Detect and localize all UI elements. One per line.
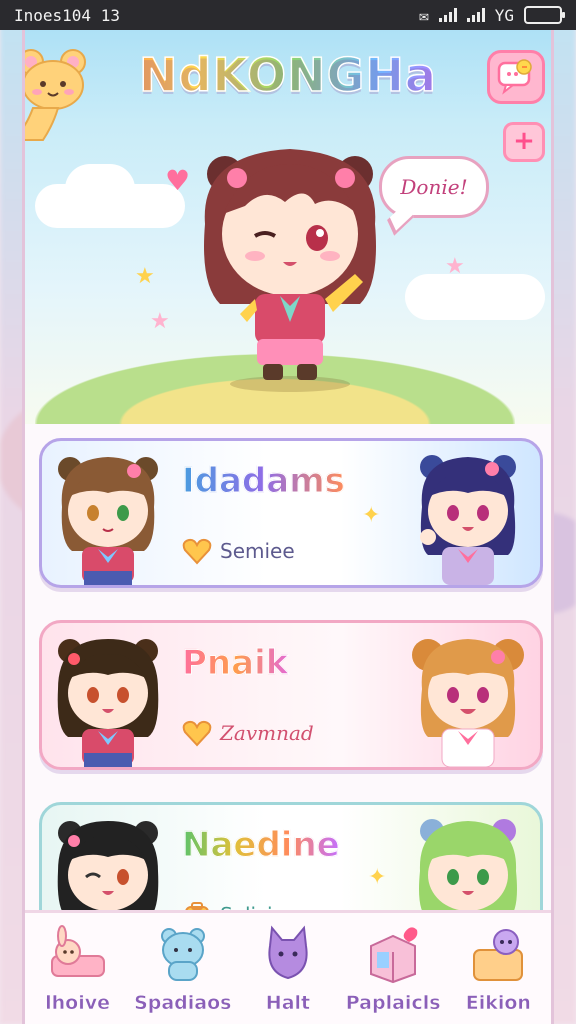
bear-mascot-icon[interactable] [22, 40, 113, 150]
signal-icon-2 [466, 8, 485, 22]
nav-item-specials[interactable]: Spadiaos [133, 922, 233, 1014]
nav-label: Eikion [465, 992, 531, 1015]
star-icon: ✦ [368, 865, 387, 890]
character-avatar [412, 639, 524, 767]
main-character[interactable] [185, 134, 395, 394]
speech-bubble: Donie! [379, 156, 489, 218]
heart-icon [182, 720, 212, 747]
add-button[interactable]: + [503, 122, 545, 162]
bunny-bed-icon [50, 925, 105, 977]
star-icon: ★ [135, 264, 155, 289]
battery-icon [524, 6, 565, 24]
character-card[interactable]: Pnaik Zavmnad [39, 620, 543, 770]
cloud [65, 164, 135, 214]
signal-icon [438, 8, 457, 22]
status-indicators: ✉ YG [419, 5, 565, 25]
bear-icon [160, 928, 205, 981]
character-list: Idadams Semiee ✦ Pnaik Zavmnad Naedine ✦ [25, 424, 551, 952]
network-label: YG [494, 5, 514, 25]
character-avatar [57, 639, 159, 767]
nav-item-halt[interactable]: Halt [238, 922, 338, 1014]
friend-box-icon [473, 929, 524, 981]
star-icon: ★ [150, 309, 170, 334]
chat-button[interactable] [487, 50, 545, 104]
nav-item-home[interactable]: lhoive [28, 922, 128, 1014]
star-icon: ✦ [362, 503, 381, 528]
gift-box-icon [370, 927, 418, 984]
cloud [405, 274, 545, 320]
character-name: Pnaik [181, 643, 289, 684]
nav-label: lhoive [45, 992, 111, 1015]
character-name: Naedine [182, 825, 341, 866]
cat-icon [268, 925, 308, 980]
character-name: Idadams [182, 461, 346, 502]
heart-icon [182, 538, 212, 565]
nav-label: Halt [265, 992, 311, 1015]
character-card[interactable]: Idadams Semiee ✦ [39, 438, 543, 588]
notification-icon: ✉ [419, 5, 429, 25]
nav-item-extras[interactable]: Eikion [448, 922, 548, 1014]
chat-bubble-icon [497, 59, 532, 95]
character-status-text: Zavmnad [220, 721, 314, 745]
status-time-text: Inoes104 [14, 5, 92, 25]
nav-label: Spadiaos [134, 992, 232, 1015]
star-icon: ★ [445, 254, 465, 279]
character-status: Zavmnad [182, 719, 314, 747]
nav-label: Paplaicls [345, 992, 441, 1015]
status-clock-text: 13 [100, 5, 120, 25]
character-avatar [58, 457, 158, 585]
app-frame: NdKONGHa ★ ★ ★ ♥ Donie! + Idadams Semiee… [22, 30, 554, 1024]
status-time: Inoes104 13 [14, 6, 120, 25]
status-bar: Inoes104 13 ✉ YG [0, 0, 576, 30]
nav-item-parcels[interactable]: Paplaicls [343, 922, 443, 1014]
character-status-text: Semiee [220, 539, 295, 563]
character-avatar [420, 455, 516, 585]
character-status: Semiee [182, 537, 295, 565]
bottom-nav: lhoive Spadiaos Halt Paplaicls Eikion [25, 910, 551, 1024]
